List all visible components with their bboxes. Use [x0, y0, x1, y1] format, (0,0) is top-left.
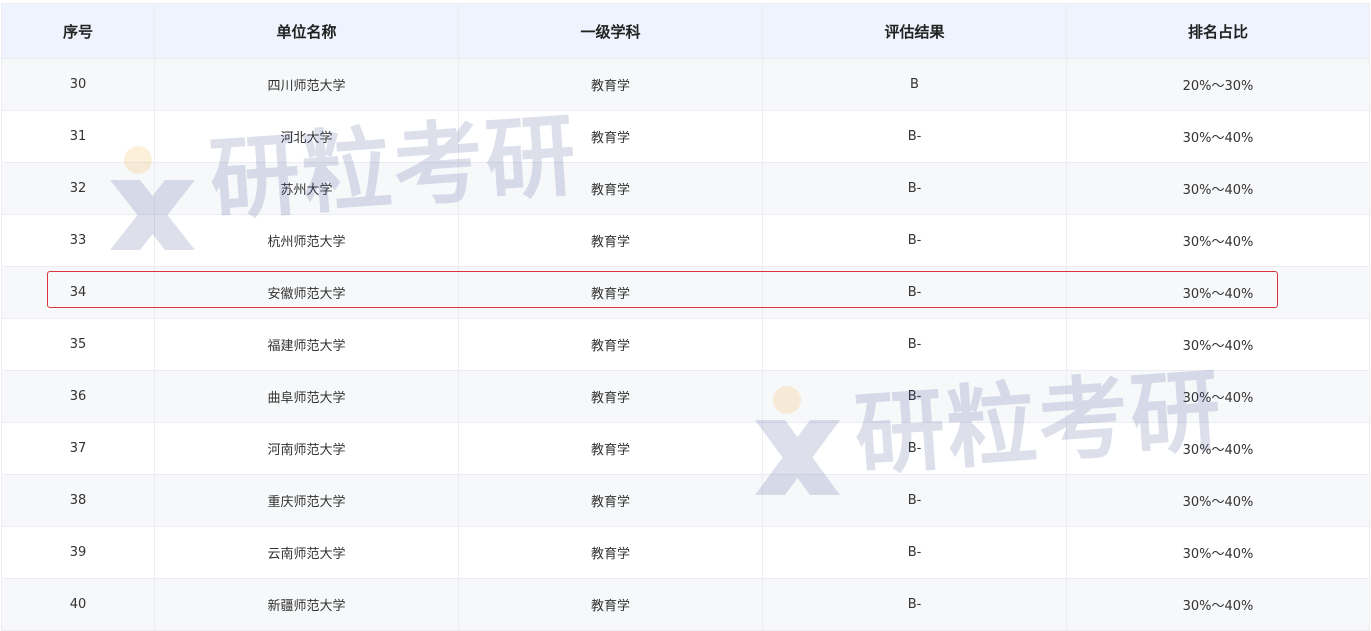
cell-discipline: 教育学 [458, 58, 763, 111]
table-row: 37 河南师范大学 教育学 B- 30%～40% [1, 422, 1370, 475]
cell-discipline: 教育学 [458, 526, 763, 579]
cell-discipline: 教育学 [458, 162, 763, 215]
header-discipline: 一级学科 [458, 3, 763, 59]
cell-index: 30 [1, 58, 155, 111]
header-row: 序号 单位名称 一级学科 评估结果 排名占比 [1, 3, 1370, 59]
table-row: 31 河北大学 教育学 B- 30%～40% [1, 110, 1370, 163]
table-row-highlighted: 34 安徽师范大学 教育学 B- 30%～40% [1, 266, 1370, 319]
cell-rank-ratio: 30%～40% [1066, 422, 1370, 475]
table-row: 35 福建师范大学 教育学 B- 30%～40% [1, 318, 1370, 371]
header-result: 评估结果 [762, 3, 1067, 59]
table-row: 30 四川师范大学 教育学 B 20%～30% [1, 58, 1370, 111]
cell-result: B- [762, 526, 1067, 579]
cell-result: B [762, 58, 1067, 111]
cell-institution: 苏州大学 [154, 162, 459, 215]
cell-rank-ratio: 30%～40% [1066, 526, 1370, 579]
cell-rank-ratio: 20%～30% [1066, 58, 1370, 111]
cell-rank-ratio: 30%～40% [1066, 318, 1370, 371]
table-row: 32 苏州大学 教育学 B- 30%～40% [1, 162, 1370, 215]
cell-result: B- [762, 578, 1067, 631]
cell-rank-ratio: 30%～40% [1066, 370, 1370, 423]
cell-institution: 安徽师范大学 [154, 266, 459, 319]
cell-index: 40 [1, 578, 155, 631]
cell-result: B- [762, 266, 1067, 319]
table-row: 36 曲阜师范大学 教育学 B- 30%～40% [1, 370, 1370, 423]
cell-index: 34 [1, 266, 155, 319]
cell-institution: 河南师范大学 [154, 422, 459, 475]
cell-rank-ratio: 30%～40% [1066, 110, 1370, 163]
header-institution: 单位名称 [154, 3, 459, 59]
ranking-table-container: 序号 单位名称 一级学科 评估结果 排名占比 30 四川师范大学 教育学 B 2… [1, 3, 1370, 631]
cell-result: B- [762, 110, 1067, 163]
cell-institution: 河北大学 [154, 110, 459, 163]
cell-rank-ratio: 30%～40% [1066, 214, 1370, 267]
cell-index: 37 [1, 422, 155, 475]
cell-rank-ratio: 30%～40% [1066, 578, 1370, 631]
cell-index: 33 [1, 214, 155, 267]
cell-discipline: 教育学 [458, 110, 763, 163]
table-row: 33 杭州师范大学 教育学 B- 30%～40% [1, 214, 1370, 267]
table-header: 序号 单位名称 一级学科 评估结果 排名占比 [1, 3, 1370, 59]
cell-index: 35 [1, 318, 155, 371]
cell-result: B- [762, 318, 1067, 371]
cell-discipline: 教育学 [458, 578, 763, 631]
cell-result: B- [762, 474, 1067, 527]
cell-discipline: 教育学 [458, 318, 763, 371]
cell-result: B- [762, 214, 1067, 267]
cell-index: 31 [1, 110, 155, 163]
header-rank-ratio: 排名占比 [1066, 3, 1370, 59]
cell-institution: 四川师范大学 [154, 58, 459, 111]
cell-index: 36 [1, 370, 155, 423]
cell-institution: 新疆师范大学 [154, 578, 459, 631]
cell-institution: 福建师范大学 [154, 318, 459, 371]
cell-discipline: 教育学 [458, 474, 763, 527]
cell-institution: 云南师范大学 [154, 526, 459, 579]
header-index: 序号 [1, 3, 155, 59]
cell-discipline: 教育学 [458, 214, 763, 267]
table-body: 30 四川师范大学 教育学 B 20%～30% 31 河北大学 教育学 B- 3… [1, 58, 1370, 631]
cell-institution: 杭州师范大学 [154, 214, 459, 267]
cell-rank-ratio: 30%～40% [1066, 266, 1370, 319]
cell-result: B- [762, 370, 1067, 423]
cell-institution: 重庆师范大学 [154, 474, 459, 527]
cell-rank-ratio: 30%～40% [1066, 162, 1370, 215]
cell-discipline: 教育学 [458, 370, 763, 423]
cell-discipline: 教育学 [458, 422, 763, 475]
cell-result: B- [762, 422, 1067, 475]
cell-result: B- [762, 162, 1067, 215]
cell-rank-ratio: 30%～40% [1066, 474, 1370, 527]
cell-index: 38 [1, 474, 155, 527]
cell-discipline: 教育学 [458, 266, 763, 319]
table-row: 40 新疆师范大学 教育学 B- 30%～40% [1, 578, 1370, 631]
cell-institution: 曲阜师范大学 [154, 370, 459, 423]
cell-index: 32 [1, 162, 155, 215]
table-row: 38 重庆师范大学 教育学 B- 30%～40% [1, 474, 1370, 527]
table-row: 39 云南师范大学 教育学 B- 30%～40% [1, 526, 1370, 579]
ranking-table: 序号 单位名称 一级学科 评估结果 排名占比 30 四川师范大学 教育学 B 2… [1, 3, 1370, 631]
cell-index: 39 [1, 526, 155, 579]
